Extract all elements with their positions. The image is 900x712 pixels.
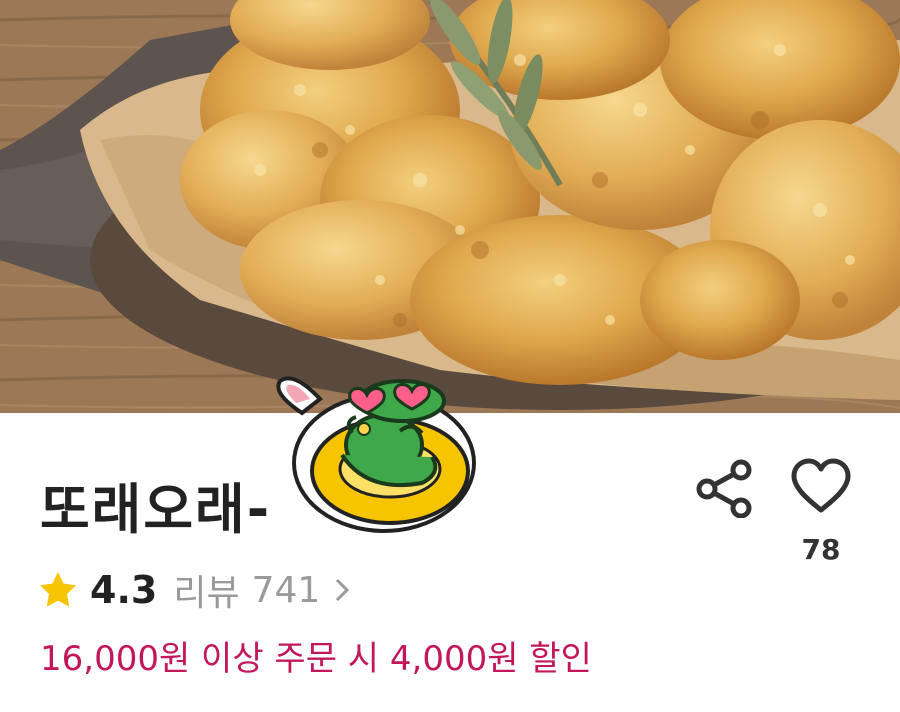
heart-outline-icon <box>791 458 851 513</box>
frog-mascot-sticker <box>272 373 480 535</box>
chevron-right-icon <box>336 578 350 602</box>
like-button[interactable] <box>786 451 856 521</box>
review-link[interactable]: 리뷰 741 <box>173 564 350 616</box>
rating-value: 4.3 <box>90 568 158 612</box>
store-info-panel: 또래오래- 78 4.3 리뷰 741 16,000원 이상 주문 시 4,00… <box>0 376 900 712</box>
review-count: 741 <box>251 569 321 611</box>
like-count: 78 <box>801 533 841 566</box>
star-icon <box>40 572 76 607</box>
store-name: 또래오래- <box>40 478 272 541</box>
fried-chicken-illustration <box>0 0 900 413</box>
discount-promo-text: 16,000원 이상 주문 시 4,000원 할인 <box>40 639 592 679</box>
share-button[interactable] <box>690 453 760 523</box>
review-label: 리뷰 <box>173 573 240 614</box>
share-icon <box>696 459 752 518</box>
hero-food-image <box>0 0 900 413</box>
rating-row: 4.3 리뷰 741 <box>38 565 350 615</box>
